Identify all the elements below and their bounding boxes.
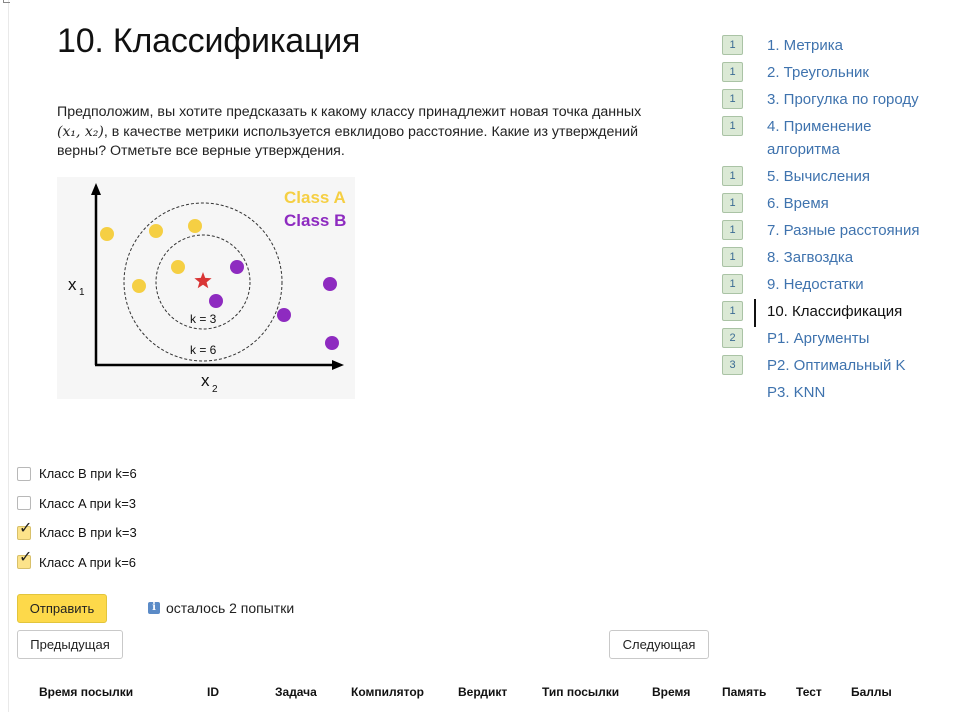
toc-link[interactable]: P1. Аргументы	[767, 327, 937, 350]
question-math: (x₁, x₂)	[57, 123, 104, 140]
toc-item[interactable]: 1 4. Применение алгоритма	[722, 113, 962, 163]
score-badge: 1	[722, 274, 743, 294]
option-label: Класс A при k=3	[39, 495, 137, 511]
score-badge: 1	[722, 62, 743, 82]
x1-axis-subscript: 1	[79, 287, 85, 298]
class-b-point	[230, 260, 244, 274]
score-badge: 1	[722, 220, 743, 240]
problem-statement: Предположим, вы хотите предсказать к как…	[57, 103, 657, 162]
toc-link[interactable]: 2. Треугольник	[767, 61, 937, 84]
column-header-submission-type: Тип посылки	[542, 685, 620, 699]
option-label: Класс B при k=6	[39, 466, 137, 482]
answer-options: Класс B при k=6 Класс A при k=3 ✓ Класс …	[17, 459, 137, 577]
option-class-a-k3[interactable]: Класс A при k=3	[17, 489, 137, 519]
active-indicator	[754, 299, 756, 327]
toc-item[interactable]: 1 3. Прогулка по городу	[722, 86, 962, 113]
checkbox[interactable]: ✓	[17, 550, 32, 570]
class-a-point	[132, 279, 146, 293]
toc-item[interactable]: 3 P2. Оптимальный K	[722, 352, 962, 379]
column-header-score: Баллы	[851, 685, 892, 699]
k6-label: k = 6	[190, 343, 217, 357]
score-badge: 1	[722, 35, 743, 55]
score-badge: 3	[722, 355, 743, 375]
score-badge: 2	[722, 328, 743, 348]
toc-link[interactable]: P3. KNN	[767, 381, 937, 404]
column-header-time: Время	[652, 685, 691, 699]
legend-class-b: Class B	[284, 211, 346, 230]
toc-item[interactable]: 1 1. Метрика	[722, 32, 962, 59]
toc-item-active[interactable]: 1 10. Классификация	[722, 298, 962, 327]
checkbox[interactable]	[17, 466, 31, 481]
question-text-part2: , в качестве метрики используется евклид…	[57, 123, 639, 160]
score-badge: 1	[722, 116, 743, 136]
score-badge: 1	[722, 89, 743, 109]
column-header-task: Задача	[275, 685, 317, 699]
toc-link[interactable]: 4. Применение алгоритма	[767, 115, 937, 161]
option-class-b-k3[interactable]: ✓ Класс B при k=3	[17, 518, 137, 548]
toc-link[interactable]: 6. Время	[767, 192, 937, 215]
score-badge: 1	[722, 193, 743, 213]
option-label: Класс A при k=6	[39, 554, 137, 570]
score-badge: 1	[722, 247, 743, 267]
toc-item[interactable]: P3. KNN	[722, 379, 962, 406]
toc-link[interactable]: 5. Вычисления	[767, 165, 937, 188]
next-button[interactable]: Следующая	[609, 630, 709, 659]
class-b-point	[277, 308, 291, 322]
legend-class-a: Class A	[284, 188, 346, 207]
class-a-point	[149, 224, 163, 238]
option-label: Класс B при k=3	[39, 525, 137, 541]
k3-label: k = 3	[190, 312, 217, 326]
column-header-memory: Память	[722, 685, 767, 699]
attempts-info: i осталось 2 попытки	[148, 600, 294, 616]
toc-link[interactable]: 3. Прогулка по городу	[767, 88, 937, 111]
class-a-point	[188, 219, 202, 233]
score-badge: 1	[722, 301, 743, 321]
toc-item[interactable]: 1 7. Разные расстояния	[722, 217, 962, 244]
toc-link[interactable]: 10. Классификация	[767, 300, 937, 323]
column-header-id: ID	[207, 685, 219, 699]
left-border	[8, 0, 9, 712]
column-header-compiler: Компилятор	[351, 685, 425, 699]
class-a-point	[171, 260, 185, 274]
submissions-table-header: Время посылки ID Задача Компилятор Верди…	[0, 685, 967, 705]
column-header-time-sent: Время посылки	[39, 685, 134, 699]
info-icon: i	[148, 602, 160, 614]
option-class-a-k6[interactable]: ✓ Класс A при k=6	[17, 548, 137, 578]
toc-item[interactable]: 1 8. Загвоздка	[722, 244, 962, 271]
corner-mark	[3, 0, 10, 3]
x1-axis-label: x	[68, 275, 77, 294]
page-title: 10. Классификация	[57, 22, 361, 60]
previous-button[interactable]: Предыдущая	[17, 630, 123, 659]
toc-link[interactable]: 9. Недостатки	[767, 273, 937, 296]
submit-button[interactable]: Отправить	[17, 594, 107, 623]
attempts-text: осталось 2 попытки	[166, 600, 295, 616]
option-class-b-k6[interactable]: Класс B при k=6	[17, 459, 137, 489]
checkmark-icon: ✓	[19, 549, 33, 567]
class-b-point	[325, 336, 339, 350]
toc-link[interactable]: 8. Загвоздка	[767, 246, 937, 269]
class-b-point	[323, 277, 337, 291]
knn-figure: k = 3 k = 6 Class A Class B x 1 x 2	[57, 177, 355, 399]
column-header-verdict: Вердикт	[458, 685, 508, 699]
toc-item[interactable]: 1 5. Вычисления	[722, 163, 962, 190]
checkbox[interactable]	[17, 496, 31, 511]
class-b-point	[209, 294, 223, 308]
toc-item[interactable]: 1 9. Недостатки	[722, 271, 962, 298]
toc-item[interactable]: 2 P1. Аргументы	[722, 325, 962, 352]
lesson-navigation: 1 1. Метрика 1 2. Треугольник 1 3. Прогулка…	[722, 32, 962, 406]
score-badge: 1	[722, 166, 743, 186]
toc-item[interactable]: 1 2. Треугольник	[722, 59, 962, 86]
toc-link[interactable]: P2. Оптимальный K	[767, 354, 937, 377]
toc-link[interactable]: 7. Разные расстояния	[767, 219, 937, 242]
question-text-part1: Предположим, вы хотите предсказать к как…	[57, 104, 642, 120]
toc-item[interactable]: 1 6. Время	[722, 190, 962, 217]
checkmark-icon: ✓	[19, 519, 33, 537]
column-header-test: Тест	[796, 685, 822, 699]
toc-link[interactable]: 1. Метрика	[767, 34, 937, 57]
x2-axis-subscript: 2	[212, 384, 218, 395]
class-a-point	[100, 227, 114, 241]
checkbox[interactable]: ✓	[17, 520, 32, 540]
x2-axis-label: x	[201, 371, 210, 390]
